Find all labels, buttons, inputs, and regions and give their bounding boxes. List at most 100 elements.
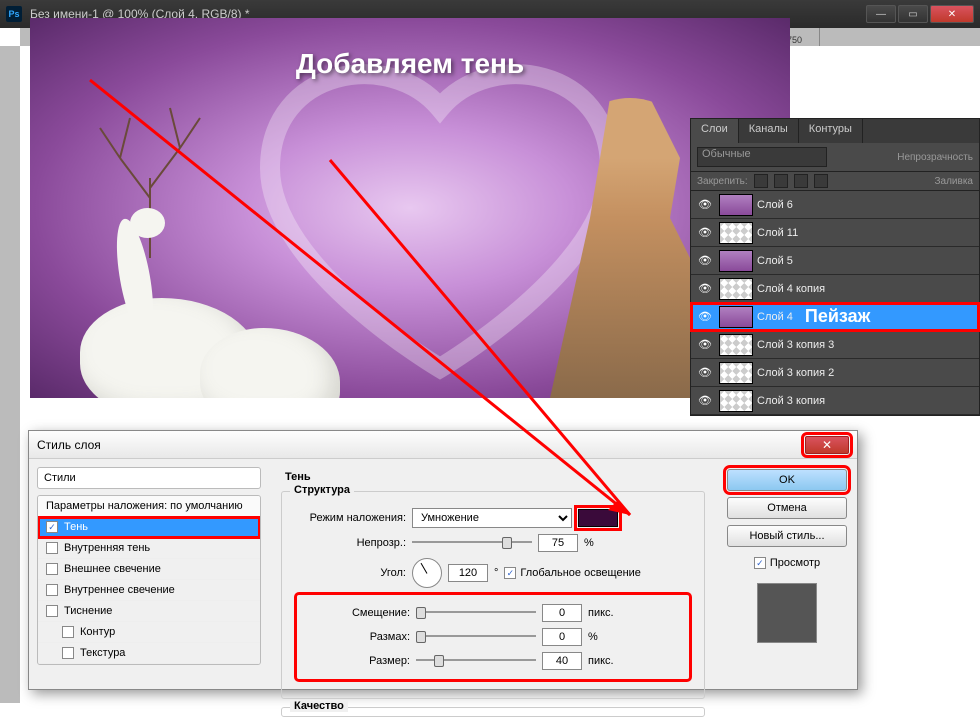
dialog-settings: Тень Структура Режим наложения: Умножени… [269, 459, 717, 689]
spread-slider[interactable] [416, 629, 536, 645]
opacity-label: Непрозрачность [897, 152, 973, 163]
visibility-icon[interactable] [695, 363, 715, 383]
layer-thumbnail[interactable] [719, 194, 753, 216]
distance-input[interactable] [542, 604, 582, 622]
blend-mode-select[interactable]: Умножение [412, 508, 572, 528]
layer-name: Слой 11 [757, 227, 798, 239]
distance-row: Смещение: пикс. [300, 604, 686, 622]
close-button[interactable]: ✕ [930, 5, 974, 23]
lock-transparency-icon[interactable] [754, 174, 768, 188]
shadow-group: Тень Структура Режим наложения: Умножени… [281, 467, 705, 717]
structure-title: Структура [290, 484, 354, 496]
layer-item[interactable]: Слой 5 [691, 247, 979, 275]
layer-thumbnail[interactable] [719, 334, 753, 356]
visibility-icon[interactable] [695, 223, 715, 243]
maximize-button[interactable]: ▭ [898, 5, 928, 23]
style-item-blending[interactable]: Параметры наложения: по умолчанию [38, 496, 260, 517]
layer-item[interactable]: Слой 3 копия [691, 387, 979, 415]
size-row: Размер: пикс. [300, 652, 686, 670]
tab-paths[interactable]: Контуры [799, 119, 863, 143]
layer-item[interactable]: Слой 11 [691, 219, 979, 247]
layer-item[interactable]: Слой 3 копия 3 [691, 331, 979, 359]
style-item-inner-shadow[interactable]: Внутренняя тень [38, 538, 260, 559]
lock-pixels-icon[interactable] [774, 174, 788, 188]
layer-thumbnail[interactable] [719, 306, 753, 328]
cancel-button[interactable]: Отмена [727, 497, 847, 519]
visibility-icon[interactable] [695, 335, 715, 355]
visibility-icon[interactable] [695, 391, 715, 411]
style-item-contour[interactable]: Контур [38, 622, 260, 643]
opacity-input[interactable] [538, 534, 578, 552]
size-input[interactable] [542, 652, 582, 670]
angle-input[interactable] [448, 564, 488, 582]
spread-input[interactable] [542, 628, 582, 646]
lock-label: Закрепить: [697, 176, 748, 187]
style-item-texture[interactable]: Текстура [38, 643, 260, 664]
global-light-checkbox[interactable]: ✓ Глобальное освещение [504, 567, 641, 579]
visibility-icon[interactable] [695, 251, 715, 271]
layers-toolbar: Обычные Непрозрачность [691, 143, 979, 172]
blend-mode-select[interactable]: Обычные [697, 147, 827, 167]
minimize-button[interactable]: — [866, 5, 896, 23]
shadow-color-swatch[interactable] [578, 509, 618, 527]
angle-dial[interactable] [412, 558, 442, 588]
new-style-button[interactable]: Новый стиль... [727, 525, 847, 547]
layer-item[interactable]: Слой 4 копия [691, 275, 979, 303]
layer-item[interactable]: Слой 3 копия 2 [691, 359, 979, 387]
checkbox-icon[interactable] [46, 584, 58, 596]
checkbox-icon[interactable]: ✓ [754, 557, 766, 569]
angle-label: Угол: [296, 567, 406, 579]
style-item-bevel[interactable]: Тиснение [38, 601, 260, 622]
ok-button[interactable]: OK [727, 469, 847, 491]
layer-thumbnail[interactable] [719, 278, 753, 300]
structure-group: Структура Режим наложения: Умножение Неп… [281, 491, 705, 699]
checkbox-icon[interactable]: ✓ [46, 521, 58, 533]
checkbox-icon[interactable]: ✓ [504, 567, 516, 579]
style-label: Внутреннее свечение [64, 584, 175, 596]
tab-channels[interactable]: Каналы [739, 119, 799, 143]
checkbox-icon[interactable] [62, 647, 74, 659]
visibility-icon[interactable] [695, 279, 715, 299]
checkbox-icon[interactable] [62, 626, 74, 638]
visibility-icon[interactable] [695, 195, 715, 215]
style-label: Внешнее свечение [64, 563, 161, 575]
size-slider[interactable] [416, 653, 536, 669]
canvas-image[interactable]: Добавляем тень [30, 18, 790, 398]
visibility-icon[interactable] [695, 307, 715, 327]
layers-list: Слой 6 Слой 11 Слой 5 Слой 4 копия Слой … [691, 191, 979, 415]
checkbox-icon[interactable] [46, 605, 58, 617]
style-label: Тень [64, 521, 88, 533]
tab-layers[interactable]: Слои [691, 119, 739, 143]
layer-item[interactable]: Слой 6 [691, 191, 979, 219]
panel-tabs: Слои Каналы Контуры [691, 119, 979, 143]
opacity-slider[interactable] [412, 535, 532, 551]
distance-slider[interactable] [416, 605, 536, 621]
checkbox-icon[interactable] [46, 563, 58, 575]
layer-thumbnail[interactable] [719, 250, 753, 272]
layer-thumbnail[interactable] [719, 390, 753, 412]
lock-all-icon[interactable] [814, 174, 828, 188]
dialog-titlebar[interactable]: Стиль слоя ✕ [29, 431, 857, 459]
lock-row: Закрепить: Заливка [691, 172, 979, 191]
layer-thumbnail[interactable] [719, 362, 753, 384]
opacity-unit: % [584, 537, 594, 549]
distance-spread-size-group: Смещение: пикс. Размах: % Размер [296, 594, 690, 680]
spread-row: Размах: % [300, 628, 686, 646]
checkbox-icon[interactable] [46, 542, 58, 554]
quality-title: Качество [290, 700, 348, 712]
layer-thumbnail[interactable] [719, 222, 753, 244]
spread-label: Размах: [300, 631, 410, 643]
dialog-close-button[interactable]: ✕ [805, 436, 849, 454]
layer-name: Слой 3 копия 3 [757, 339, 834, 351]
vertical-ruler [0, 46, 20, 703]
swan-figure [60, 198, 340, 398]
layer-item-selected[interactable]: Слой 4 Пейзаж [691, 303, 979, 331]
group-shadow-title: Тень [281, 471, 315, 483]
style-item-inner-glow[interactable]: Внутреннее свечение [38, 580, 260, 601]
angle-row: Угол: ° ✓ Глобальное освещение [296, 558, 690, 588]
lock-position-icon[interactable] [794, 174, 808, 188]
preview-checkbox[interactable]: ✓ Просмотр [727, 557, 847, 569]
style-item-outer-glow[interactable]: Внешнее свечение [38, 559, 260, 580]
styles-header[interactable]: Стили [37, 467, 261, 489]
style-item-drop-shadow[interactable]: ✓ Тень [38, 517, 260, 538]
